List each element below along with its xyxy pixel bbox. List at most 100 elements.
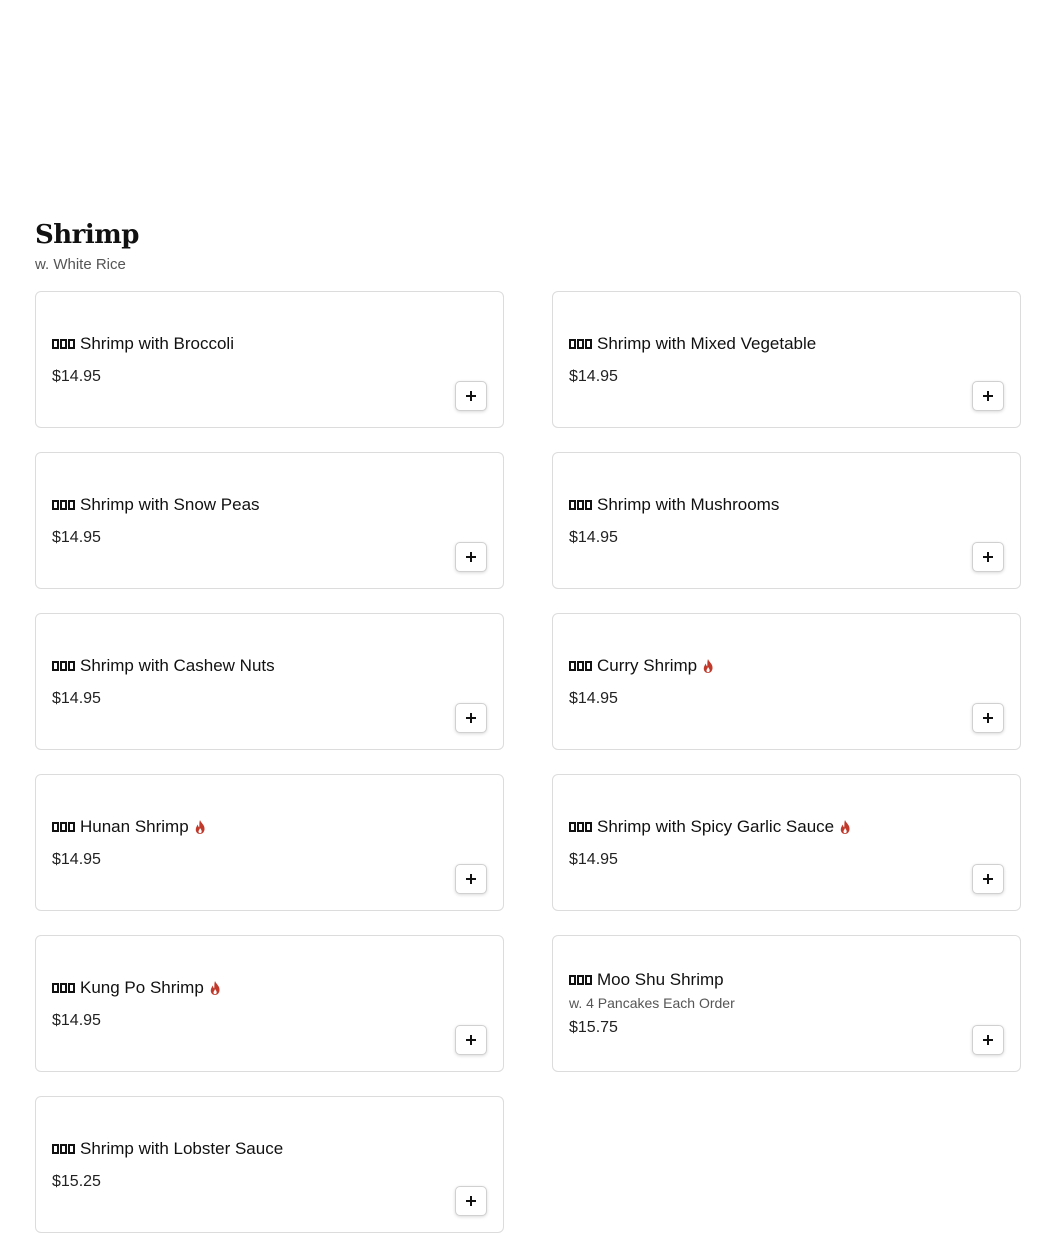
add-to-cart-button[interactable] <box>972 703 1004 733</box>
plus-icon <box>983 552 993 562</box>
menu-item-name: Shrimp with Spicy Garlic Sauce <box>597 816 835 836</box>
missing-glyph-box <box>52 660 59 671</box>
menu-item-title-row: Kung Po Shrimp <box>52 977 433 999</box>
missing-glyph-box <box>585 499 592 510</box>
menu-item-info: Shrimp with Lobster Sauce $15.25 <box>52 1097 433 1232</box>
menu-item-name: Shrimp with Cashew Nuts <box>80 655 275 675</box>
menu-item-title-row: Curry Shrimp <box>569 655 950 677</box>
menu-item-title-row: Shrimp with Cashew Nuts <box>52 655 433 677</box>
item-code-glyphs <box>569 338 592 349</box>
add-to-cart-button[interactable] <box>455 1025 487 1055</box>
flame-icon <box>839 819 851 835</box>
section-subtitle: w. White Rice <box>35 256 126 273</box>
flame-icon <box>702 658 714 674</box>
menu-item-title-row: Shrimp with Spicy Garlic Sauce <box>569 816 950 838</box>
menu-item-card[interactable]: Moo Shu Shrimp w. 4 Pancakes Each Order $1… <box>552 935 1021 1072</box>
add-to-cart-button[interactable] <box>455 1186 487 1216</box>
missing-glyph-box <box>60 982 67 993</box>
plus-icon <box>466 1196 476 1206</box>
missing-glyph-box <box>60 1143 67 1154</box>
item-code-glyphs <box>52 1143 75 1154</box>
add-to-cart-button[interactable] <box>972 381 1004 411</box>
menu-item-title-row: Moo Shu Shrimp <box>569 969 950 991</box>
menu-item-title-row: Hunan Shrimp <box>52 816 433 838</box>
item-code-glyphs <box>52 821 75 832</box>
menu-item-title-row: Shrimp with Snow Peas <box>52 494 433 516</box>
missing-glyph-box <box>68 821 75 832</box>
menu-item-info: Shrimp with Cashew Nuts $14.95 <box>52 614 433 749</box>
add-to-cart-button[interactable] <box>972 542 1004 572</box>
menu-item-name: Shrimp with Mushrooms <box>597 494 780 514</box>
add-to-cart-button[interactable] <box>972 1025 1004 1055</box>
menu-item-card[interactable]: Shrimp with Lobster Sauce $15.25 <box>35 1096 504 1233</box>
missing-glyph-box <box>569 975 576 985</box>
menu-item-card[interactable]: Kung Po Shrimp $14.95 <box>35 935 504 1072</box>
missing-glyph-box <box>52 499 59 510</box>
menu-item-title-row: Shrimp with Lobster Sauce <box>52 1138 433 1160</box>
missing-glyph-box <box>52 821 59 832</box>
menu-item-price: $14.95 <box>52 689 101 707</box>
missing-glyph-box <box>68 1143 75 1154</box>
menu-item-card[interactable]: Shrimp with Mushrooms $14.95 <box>552 452 1021 589</box>
item-code-glyphs <box>569 499 592 510</box>
menu-item-title-row: Shrimp with Mixed Vegetable <box>569 333 950 355</box>
menu-item-title-row: Shrimp with Broccoli <box>52 333 433 355</box>
menu-item-name: Shrimp with Snow Peas <box>80 494 260 514</box>
menu-item-info: Shrimp with Broccoli $14.95 <box>52 292 433 427</box>
missing-glyph-box <box>52 338 59 349</box>
plus-icon <box>466 391 476 401</box>
flame-icon <box>209 980 221 996</box>
menu-item-card[interactable]: Shrimp with Cashew Nuts $14.95 <box>35 613 504 750</box>
missing-glyph-box <box>569 660 576 671</box>
menu-item-info: Kung Po Shrimp $14.95 <box>52 936 433 1071</box>
menu-item-title-row: Shrimp with Mushrooms <box>569 494 950 516</box>
menu-item-card[interactable]: Curry Shrimp $14.95 <box>552 613 1021 750</box>
missing-glyph-box <box>60 338 67 349</box>
item-code-glyphs <box>569 660 592 671</box>
missing-glyph-box <box>68 338 75 349</box>
menu-item-price: $14.95 <box>569 850 618 868</box>
add-to-cart-button[interactable] <box>455 703 487 733</box>
plus-icon <box>983 391 993 401</box>
plus-icon <box>466 1035 476 1045</box>
add-to-cart-button[interactable] <box>972 864 1004 894</box>
missing-glyph-box <box>60 660 67 671</box>
menu-item-info: Moo Shu Shrimp w. 4 Pancakes Each Order $1… <box>569 936 950 1071</box>
missing-glyph-box <box>569 821 576 832</box>
menu-item-name: Curry Shrimp <box>597 655 698 675</box>
missing-glyph-box <box>585 660 592 671</box>
menu-item-name: Shrimp with Lobster Sauce <box>80 1138 284 1158</box>
item-code-glyphs <box>52 338 75 349</box>
add-to-cart-button[interactable] <box>455 864 487 894</box>
menu-item-name: Moo Shu Shrimp <box>597 970 724 989</box>
menu-item-price: $15.25 <box>52 1172 101 1190</box>
missing-glyph-box <box>68 982 75 993</box>
menu-item-card[interactable]: Shrimp with Mixed Vegetable $14.95 <box>552 291 1021 428</box>
missing-glyph-box <box>577 975 584 985</box>
missing-glyph-box <box>577 660 584 671</box>
missing-glyph-box <box>577 821 584 832</box>
menu-item-card[interactable]: Shrimp with Snow Peas $14.95 <box>35 452 504 589</box>
menu-item-grid: Shrimp with Broccoli $14.95 Shrimp with Mi… <box>35 291 1021 1233</box>
menu-item-price: $14.95 <box>52 528 101 546</box>
menu-item-card[interactable]: Shrimp with Spicy Garlic Sauce $14.95 <box>552 774 1021 911</box>
section-title: Shrimp <box>35 220 139 250</box>
missing-glyph-box <box>577 338 584 349</box>
missing-glyph-box <box>569 499 576 510</box>
missing-glyph-box <box>60 821 67 832</box>
missing-glyph-box <box>585 975 592 985</box>
menu-item-info: Shrimp with Mixed Vegetable $14.95 <box>569 292 950 427</box>
item-code-glyphs <box>52 499 75 510</box>
add-to-cart-button[interactable] <box>455 381 487 411</box>
menu-item-card[interactable]: Hunan Shrimp $14.95 <box>35 774 504 911</box>
menu-item-price: $14.95 <box>569 367 618 385</box>
add-to-cart-button[interactable] <box>455 542 487 572</box>
menu-item-price: $15.75 <box>569 1019 618 1036</box>
menu-item-info: Shrimp with Snow Peas $14.95 <box>52 453 433 588</box>
menu-item-price: $14.95 <box>52 1011 101 1029</box>
item-code-glyphs <box>569 821 592 832</box>
missing-glyph-box <box>68 499 75 510</box>
menu-item-price: $14.95 <box>569 689 618 707</box>
menu-item-card[interactable]: Shrimp with Broccoli $14.95 <box>35 291 504 428</box>
missing-glyph-box <box>60 499 67 510</box>
